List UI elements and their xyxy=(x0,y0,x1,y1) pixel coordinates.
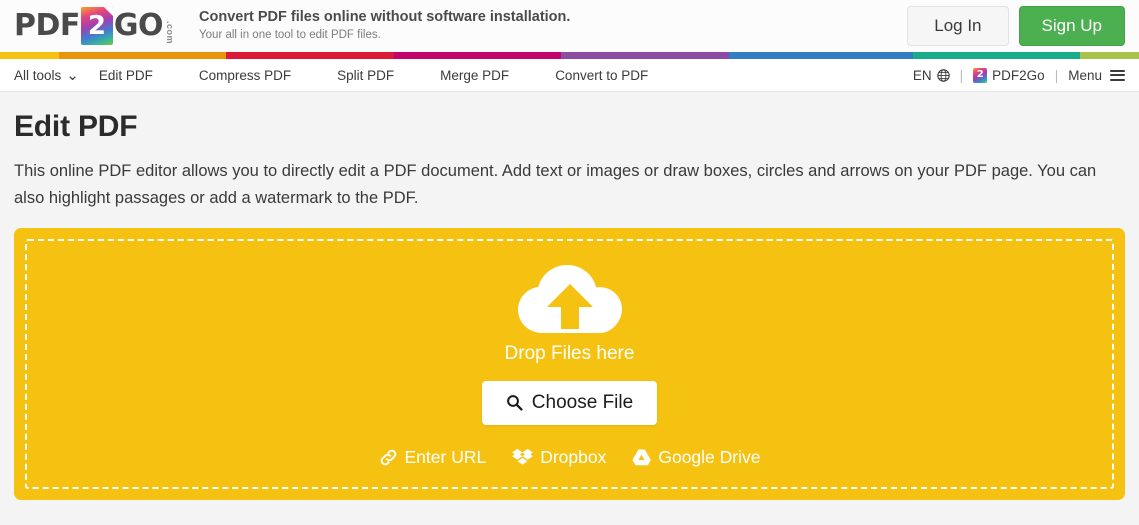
file-dropzone[interactable]: Drop Files here Choose File Enter URL Dr… xyxy=(14,228,1125,501)
site-logo[interactable]: PDF 2 GO .com xyxy=(14,6,175,46)
logo-text-prefix: PDF xyxy=(14,8,80,43)
site-header: PDF 2 GO .com Convert PDF files online w… xyxy=(0,0,1139,52)
nav-item-compress-pdf[interactable]: Compress PDF xyxy=(199,68,313,83)
header-tagline: Convert PDF files online without softwar… xyxy=(193,8,907,44)
stripe-segment-3 xyxy=(393,52,562,59)
nav-item-split-pdf[interactable]: Split PDF xyxy=(337,68,416,83)
stripe-segment-5 xyxy=(728,52,913,59)
enter-url-label: Enter URL xyxy=(404,446,487,467)
tagline-sub: Your all in one tool to edit PDF files. xyxy=(199,28,381,41)
link-icon xyxy=(380,449,396,466)
nav-item-edit-pdf[interactable]: Edit PDF xyxy=(99,68,175,83)
menu-button[interactable]: Menu xyxy=(1068,68,1125,83)
page-content: Edit PDF This online PDF editor allows y… xyxy=(0,110,1139,501)
brand-link[interactable]: 2 PDF2Go xyxy=(973,67,1045,83)
logo-digit: 2 xyxy=(87,11,106,41)
stripe-segment-4 xyxy=(561,52,729,59)
auth-buttons: Log In Sign Up xyxy=(907,6,1125,46)
language-label: EN xyxy=(912,67,932,83)
stripe-segment-1 xyxy=(58,52,227,59)
pdf2go-mini-icon: 2 xyxy=(973,67,988,83)
cloud-upload-icon xyxy=(517,264,622,333)
language-selector[interactable]: EN xyxy=(913,68,950,83)
nav-separator-1: | xyxy=(959,67,964,83)
search-icon xyxy=(506,395,523,412)
choose-file-button[interactable]: Choose File xyxy=(481,380,658,425)
nav-item-merge-pdf[interactable]: Merge PDF xyxy=(440,68,531,83)
nav-item-label: Edit PDF xyxy=(98,67,153,83)
login-button[interactable]: Log In xyxy=(907,6,1009,46)
main-navigation: All tools ⌄ Edit PDF Compress PDF Split PDF M… xyxy=(0,59,1139,92)
page-description: This online PDF editor allows you to dir… xyxy=(14,162,1097,207)
nav-separator-2: | xyxy=(1054,67,1059,83)
nav-item-convert-to-pdf[interactable]: Convert to PDF xyxy=(555,68,670,83)
stripe-segment-6 xyxy=(912,52,1081,59)
google-drive-link[interactable]: Google Drive xyxy=(632,446,761,468)
nav-utilities: EN | 2 PDF2Go | Menu xyxy=(913,67,1125,83)
hamburger-icon xyxy=(1110,69,1125,81)
stripe-segment-7 xyxy=(1080,52,1139,59)
nav-item-label: All tools xyxy=(14,67,62,83)
alternate-sources: Enter URL Dropbox Google Drive xyxy=(379,447,761,468)
logo-domain-text: .com xyxy=(165,20,176,44)
nav-item-label: Split PDF xyxy=(337,67,395,83)
nav-item-all-tools[interactable]: All tools ⌄ xyxy=(14,68,79,83)
chevron-down-icon: ⌄ xyxy=(66,66,79,84)
dropbox-link[interactable]: Dropbox xyxy=(512,447,606,468)
brand-color-stripe xyxy=(0,52,1139,59)
page-title: Edit PDF xyxy=(14,110,138,143)
globe-icon xyxy=(936,68,950,82)
tagline-main: Convert PDF files online without softwar… xyxy=(199,8,571,25)
logo-document-icon: 2 xyxy=(80,7,113,45)
drop-files-label: Drop Files here xyxy=(504,342,635,364)
nav-item-label: Merge PDF xyxy=(440,67,510,83)
enter-url-link[interactable]: Enter URL xyxy=(379,446,487,468)
menu-label: Menu xyxy=(1068,67,1102,83)
dropbox-icon xyxy=(512,448,534,465)
brand-label: PDF2Go xyxy=(992,67,1045,83)
nav-links: All tools ⌄ Edit PDF Compress PDF Split PDF M… xyxy=(14,68,694,83)
logo-text-suffix: GO xyxy=(113,8,164,43)
dropbox-label: Dropbox xyxy=(540,446,607,467)
google-drive-icon xyxy=(632,449,652,466)
stripe-segment-2 xyxy=(226,52,394,59)
nav-item-label: Convert to PDF xyxy=(555,67,649,83)
choose-file-label: Choose File xyxy=(531,391,634,413)
stripe-segment-0 xyxy=(0,52,59,59)
signup-button[interactable]: Sign Up xyxy=(1018,6,1125,46)
nav-item-label: Compress PDF xyxy=(198,67,292,83)
google-drive-label: Google Drive xyxy=(658,446,761,467)
